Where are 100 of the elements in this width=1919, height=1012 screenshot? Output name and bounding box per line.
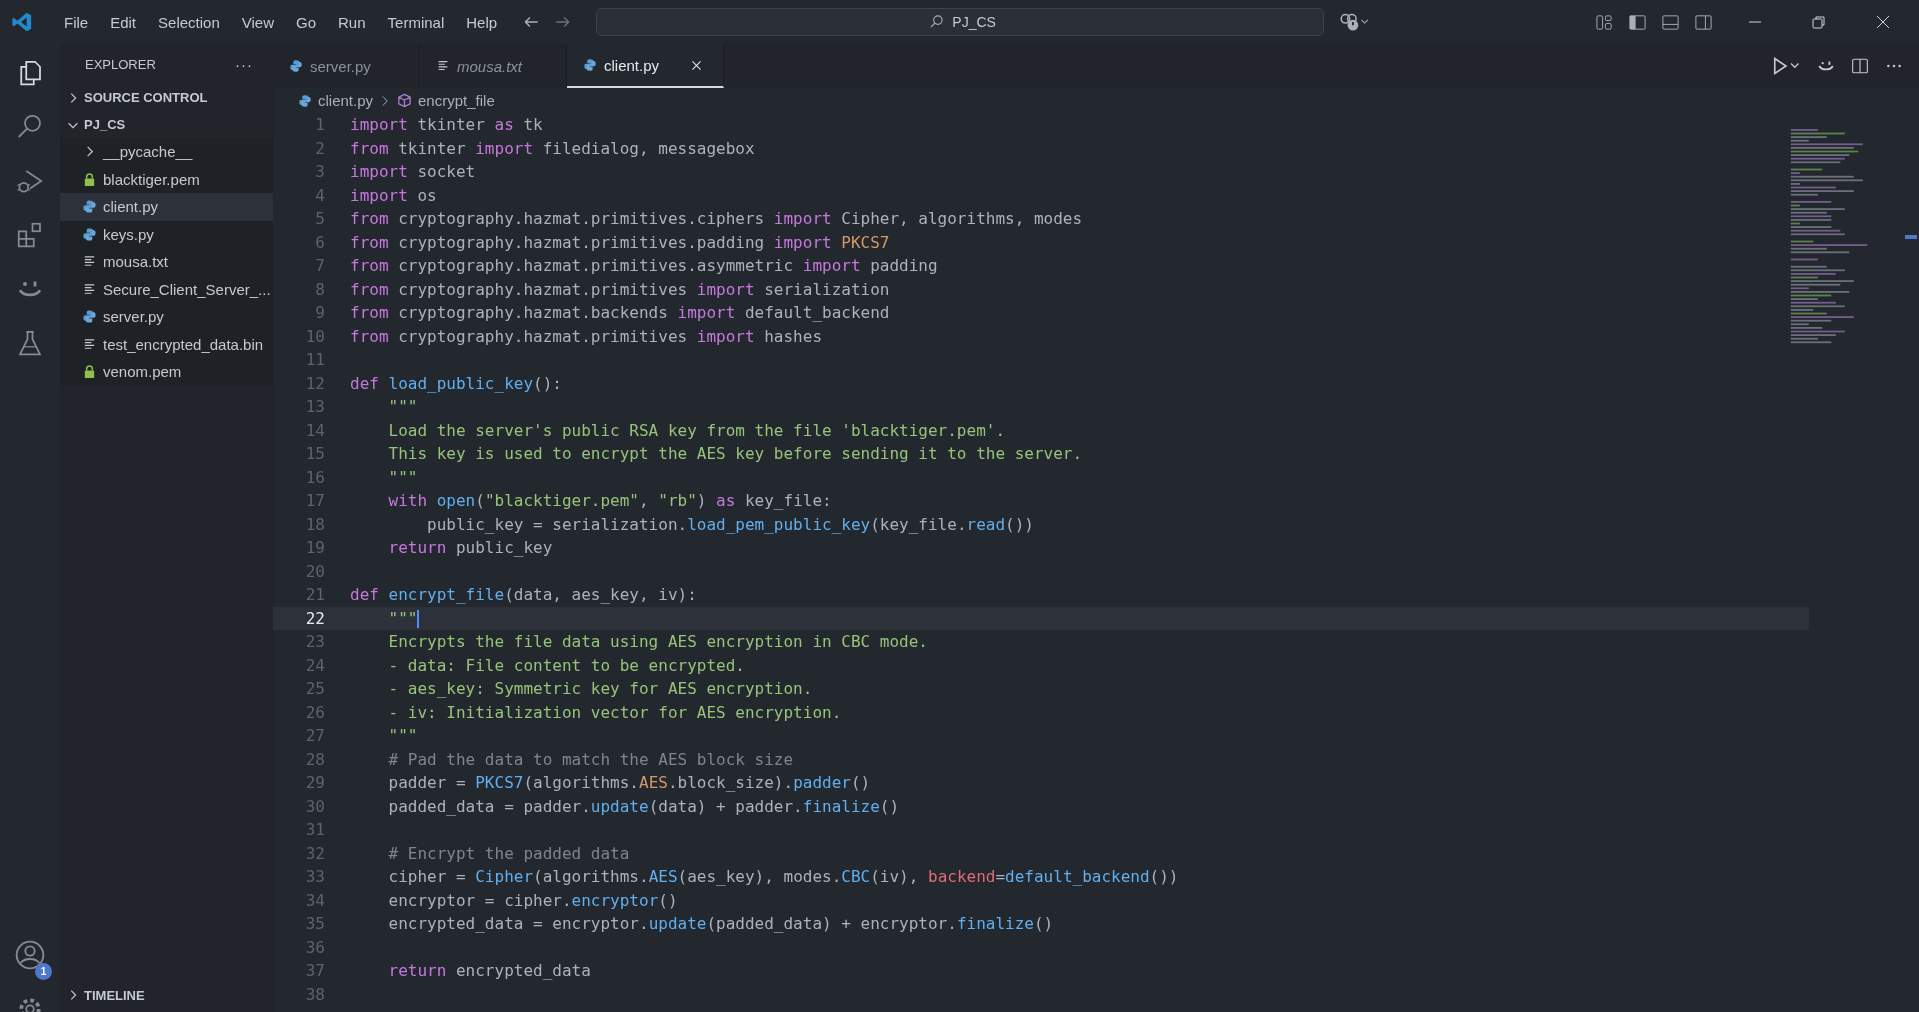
text-file-icon bbox=[436, 59, 450, 73]
breadcrumb-item[interactable]: client.py bbox=[318, 92, 374, 109]
file-tree-item[interactable]: server.py bbox=[60, 303, 273, 331]
python-file-icon bbox=[289, 59, 303, 73]
code-line: from cryptography.hazmat.primitives import serialization bbox=[350, 279, 890, 299]
text-file-icon bbox=[82, 336, 97, 352]
run-icon[interactable] bbox=[1771, 56, 1801, 76]
editor-tab[interactable]: server.py bbox=[273, 44, 420, 88]
line-number: 16 bbox=[304, 467, 326, 487]
line-number: 5 bbox=[314, 209, 326, 229]
section-header[interactable]: SOURCE CONTROL bbox=[60, 84, 273, 111]
line-number: 9 bbox=[314, 303, 326, 323]
code-line: from cryptography.hazmat.primitives.ciphers import Cipher, algorithms, modes bbox=[350, 209, 1083, 229]
code-line: import tkinter as tk bbox=[350, 115, 543, 135]
line-number: 17 bbox=[304, 491, 326, 511]
command-center-search[interactable]: PJ_CS bbox=[596, 8, 1325, 36]
file-tree-item[interactable]: client.py bbox=[60, 193, 273, 221]
line-number: 37 bbox=[304, 961, 326, 981]
line-number: 27 bbox=[304, 726, 326, 746]
line-number: 18 bbox=[304, 514, 326, 534]
lock-icon bbox=[82, 171, 97, 187]
code-line: return encrypted_data bbox=[387, 961, 591, 981]
line-number: 15 bbox=[304, 444, 326, 464]
split-editor-icon[interactable] bbox=[1851, 57, 1869, 75]
line-number: 35 bbox=[304, 914, 326, 934]
menu-item[interactable]: Edit bbox=[99, 13, 148, 31]
code-line: from cryptography.hazmat.backends import default_backend bbox=[350, 303, 890, 323]
file-tree-item[interactable]: test_encrypted_data.bin bbox=[60, 330, 273, 358]
menu-item[interactable]: Terminal bbox=[376, 13, 456, 31]
line-number: 22 bbox=[304, 608, 326, 628]
search-icon bbox=[929, 14, 945, 29]
code-line: def encrypt_file(data, aes_key, iv): bbox=[350, 585, 697, 605]
line-number: 24 bbox=[304, 655, 326, 675]
line-number: 7 bbox=[314, 256, 326, 276]
code-line: - aes_key: Symmetric key for AES encryption. bbox=[387, 679, 813, 699]
line-number: 28 bbox=[304, 749, 326, 769]
code-line: - iv: Initialization vector for AES encryption. bbox=[387, 702, 842, 722]
menu-item[interactable]: Selection bbox=[147, 13, 231, 31]
file-tree-item[interactable]: keys.py bbox=[60, 220, 273, 248]
line-number: 23 bbox=[304, 632, 326, 652]
python-file-icon bbox=[298, 93, 312, 108]
panel-toggle-icon[interactable] bbox=[1661, 12, 1680, 32]
menu-item[interactable]: Run bbox=[327, 13, 377, 31]
file-tree-item[interactable]: mousa.txt bbox=[60, 248, 273, 276]
notification-badge: 1 bbox=[35, 963, 52, 980]
cube-icon bbox=[397, 93, 413, 108]
more-actions-button[interactable]: ··· bbox=[235, 55, 253, 73]
code-line: Encrypts the file data using AES encryption in CBC mode. bbox=[387, 632, 928, 652]
editor-tab[interactable]: client.py bbox=[567, 44, 724, 88]
section-header[interactable]: TIMELINE bbox=[60, 984, 273, 1012]
file-tree-item[interactable]: Secure_Client_Server_... bbox=[60, 275, 273, 303]
line-number: 12 bbox=[304, 373, 326, 393]
close-icon[interactable] bbox=[1875, 14, 1891, 30]
line-number: 21 bbox=[304, 585, 326, 605]
code-line: from cryptography.hazmat.primitives.padding import PKCS7 bbox=[350, 232, 890, 252]
explorer-title: EXPLORER bbox=[85, 56, 156, 72]
code-line: from tkinter import filedialog, messagebox bbox=[350, 138, 755, 158]
line-number: 1 bbox=[314, 115, 326, 135]
line-number: 33 bbox=[304, 867, 326, 887]
file-tree-item[interactable]: __pycache__ bbox=[60, 138, 273, 166]
secondary-sidebar-icon[interactable] bbox=[1694, 12, 1713, 32]
code-line: def load_public_key(): bbox=[350, 373, 562, 393]
code-line: """ bbox=[387, 608, 420, 628]
code-line: from cryptography.hazmat.primitives import hashes bbox=[350, 326, 822, 346]
menu-item[interactable]: File bbox=[53, 13, 100, 31]
code-line: Load the server's public RSA key from the file 'blacktiger.pem'. bbox=[387, 420, 1006, 440]
line-number: 38 bbox=[304, 984, 326, 1004]
restore-icon[interactable] bbox=[1811, 14, 1827, 30]
code-line: # Pad the data to match the AES block size bbox=[387, 749, 794, 769]
line-number: 3 bbox=[314, 162, 326, 182]
python-file-icon bbox=[82, 309, 97, 325]
code-line: padder = PKCS7(algorithms.AES.block_size).padder() bbox=[387, 773, 871, 793]
line-number: 11 bbox=[304, 350, 326, 370]
layout-icon[interactable] bbox=[1595, 12, 1614, 32]
app-logo-icon bbox=[11, 11, 33, 33]
breadcrumb-item[interactable]: encrypt_file bbox=[418, 92, 495, 109]
file-tree-item[interactable]: venom.pem bbox=[60, 358, 273, 386]
code-line: encrypted_data = encryptor.update(padded_data) + encryptor.finalize() bbox=[387, 914, 1054, 934]
line-number: 10 bbox=[304, 326, 326, 346]
menu-item[interactable]: Go bbox=[285, 13, 327, 31]
file-tree-item[interactable]: blacktiger.pem bbox=[60, 165, 273, 193]
code-line: padded_data = padder.update(data) + padder.finalize() bbox=[387, 796, 900, 816]
section-header[interactable]: PJ_CS bbox=[60, 111, 273, 138]
code-line: - data: File content to be encrypted. bbox=[387, 655, 745, 675]
code-line: with open("blacktiger.pem", "rb") as key_file: bbox=[387, 491, 832, 511]
line-number: 4 bbox=[314, 185, 326, 205]
code-line: """ bbox=[387, 397, 418, 417]
line-number: 2 bbox=[314, 138, 326, 158]
menu-item[interactable]: View bbox=[230, 13, 285, 31]
line-number: 6 bbox=[314, 232, 326, 252]
code-line: return public_key bbox=[387, 538, 553, 558]
close-tab-icon[interactable] bbox=[690, 58, 703, 72]
code-line: import socket bbox=[350, 162, 476, 182]
line-number: 19 bbox=[304, 538, 326, 558]
scrollbar-thumb[interactable] bbox=[1905, 235, 1917, 239]
copilot-icon[interactable] bbox=[1338, 12, 1371, 32]
sidebar-toggle-icon[interactable] bbox=[1628, 12, 1647, 32]
line-number: 26 bbox=[304, 702, 326, 722]
text-file-icon bbox=[82, 281, 97, 297]
menu-item[interactable]: Help bbox=[455, 13, 509, 31]
